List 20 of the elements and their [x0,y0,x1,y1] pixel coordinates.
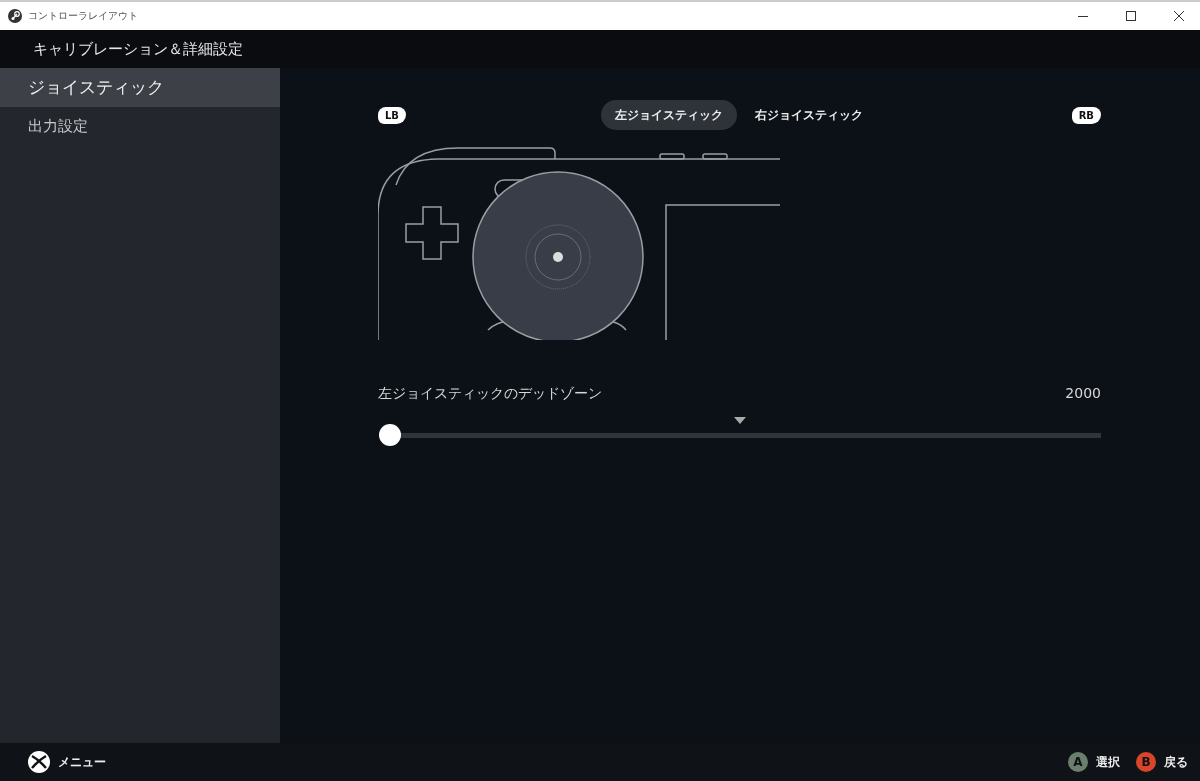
action-label: 選択 [1096,754,1120,770]
slider-label: 左ジョイスティックのデッドゾーン [378,385,602,403]
page-title: キャリブレーション＆詳細設定 [33,39,243,59]
bumper-hint: RB [1071,106,1101,124]
maximize-icon[interactable] [1126,11,1136,21]
slider-reading: 2000 [1065,385,1101,403]
app-logo-icon [8,9,22,23]
slider-thumb[interactable] [379,424,401,446]
controller-key-icon: B [1136,752,1156,772]
tab[interactable]: 右ジョイスティック [740,100,877,130]
tab[interactable]: 左ジョイスティック [600,100,737,130]
bumper-hint: LB [378,106,406,124]
close-icon[interactable] [1174,11,1184,21]
controller-key-icon: A [1068,752,1088,772]
sidebar-item[interactable]: ジョイスティック [0,68,280,107]
action-label: 戻る [1164,754,1188,770]
sidebar-item[interactable]: 出力設定 [0,107,280,146]
window-title: コントローラレイアウト [28,9,139,23]
xbox-logo-icon [28,751,50,773]
menu-label: メニュー [58,754,107,770]
